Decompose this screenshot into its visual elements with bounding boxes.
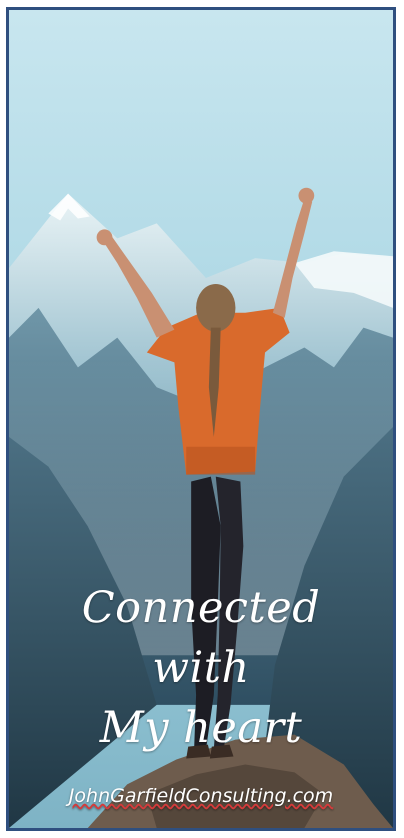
photo-frame: Connected with My heart JohnGarfieldCons… bbox=[6, 7, 396, 831]
caption-line-my-heart: My heart bbox=[99, 703, 303, 753]
caption-line-connected: Connected bbox=[81, 583, 321, 633]
caption-line-with: with bbox=[152, 643, 250, 693]
website-text: JohnGarfieldConsulting.com bbox=[9, 785, 393, 807]
website-link[interactable]: JohnGarfieldConsulting.com bbox=[69, 785, 333, 807]
